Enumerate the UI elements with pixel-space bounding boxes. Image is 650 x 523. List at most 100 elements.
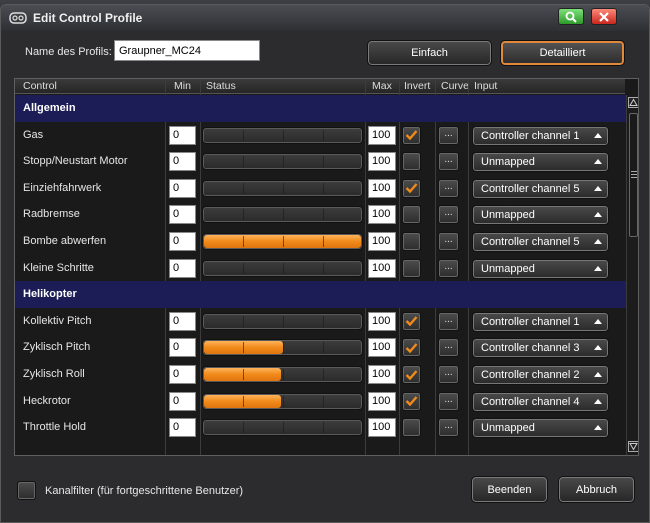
edit-control-profile-dialog: Edit Control Profile Name des Profils: E… [0, 4, 650, 523]
max-input[interactable]: 100 [368, 178, 396, 198]
input-select[interactable]: Controller channel 5 [472, 178, 609, 199]
input-select[interactable]: Controller channel 4 [472, 391, 609, 412]
min-input[interactable]: 0 [169, 178, 196, 198]
curve-button[interactable]: ... [438, 125, 459, 145]
input-select[interactable]: Unmapped [472, 205, 609, 226]
invert-checkbox[interactable] [402, 232, 421, 251]
dropdown-arrow-icon [594, 212, 602, 218]
min-input[interactable]: 0 [169, 311, 196, 331]
max-input[interactable]: 100 [368, 232, 396, 251]
input-select[interactable]: Unmapped [472, 418, 609, 439]
invert-checkbox[interactable] [402, 125, 421, 145]
control-name: Zyklisch Roll [23, 368, 85, 380]
vertical-scrollbar[interactable] [626, 95, 638, 455]
title-bar[interactable]: Edit Control Profile [1, 5, 649, 31]
checkmark-icon [405, 369, 418, 380]
max-input[interactable]: 100 [368, 365, 396, 384]
detailed-mode-button[interactable]: Detailliert [500, 40, 625, 66]
min-input[interactable]: 0 [169, 232, 196, 251]
invert-checkbox[interactable] [402, 391, 421, 411]
control-name: Kollektiv Pitch [23, 314, 92, 327]
min-input[interactable]: 0 [169, 418, 196, 438]
input-select-value: Unmapped [481, 209, 535, 222]
simple-mode-button[interactable]: Einfach [367, 40, 492, 66]
table-row: Heckrotor 0 100... Controller channel 4 [15, 388, 627, 415]
status-tick [283, 369, 284, 380]
min-input[interactable]: 0 [169, 391, 196, 411]
status-tick [323, 315, 324, 327]
invert-checkbox[interactable] [402, 205, 421, 225]
scroll-thumb[interactable] [629, 113, 638, 237]
status-tick [283, 342, 284, 354]
max-input[interactable]: 100 [368, 338, 396, 358]
curve-button[interactable]: ... [438, 338, 459, 358]
max-input[interactable]: 100 [368, 258, 396, 278]
min-input[interactable]: 0 [169, 258, 196, 278]
max-input[interactable]: 100 [368, 311, 396, 331]
finish-button[interactable]: Beenden [471, 476, 548, 503]
curve-button[interactable]: ... [438, 232, 459, 251]
checkmark-icon [405, 183, 418, 194]
profile-name-input[interactable] [114, 40, 260, 61]
header-control: Control [23, 80, 57, 92]
gamepad-icon [9, 12, 27, 24]
curve-button[interactable]: ... [438, 418, 459, 438]
invert-checkbox[interactable] [402, 311, 421, 331]
input-select[interactable]: Controller channel 1 [472, 125, 609, 146]
input-select[interactable]: Controller channel 3 [472, 338, 609, 359]
input-select-value: Unmapped [481, 262, 535, 275]
curve-button[interactable]: ... [438, 205, 459, 225]
max-input[interactable]: 100 [368, 418, 396, 438]
curve-button[interactable]: ... [438, 178, 459, 198]
input-select-value: Controller channel 2 [481, 369, 580, 381]
invert-checkbox[interactable] [402, 152, 421, 172]
input-select[interactable]: Unmapped [472, 152, 609, 173]
status-tick [243, 315, 244, 327]
input-select[interactable]: Controller channel 5 [472, 232, 609, 252]
input-select[interactable]: Controller channel 2 [472, 365, 609, 385]
max-input[interactable]: 100 [368, 152, 396, 172]
dropdown-arrow-icon [594, 425, 602, 431]
status-tick [243, 156, 244, 168]
invert-checkbox[interactable] [402, 178, 421, 198]
cancel-button[interactable]: Abbruch [558, 476, 635, 503]
dropdown-arrow-icon [594, 132, 602, 138]
section-header: Allgemein [15, 95, 627, 122]
min-input[interactable]: 0 [169, 125, 196, 145]
header-max: Max [372, 80, 392, 92]
section-label: Allgemein [23, 102, 76, 114]
status-tick [243, 395, 244, 407]
input-select-value: Controller channel 1 [481, 129, 580, 142]
curve-button[interactable]: ... [438, 258, 459, 278]
invert-checkbox[interactable] [402, 365, 421, 384]
max-input[interactable]: 100 [368, 205, 396, 225]
invert-checkbox[interactable] [402, 338, 421, 358]
curve-button[interactable]: ... [438, 365, 459, 384]
status-bar [202, 206, 363, 224]
dropdown-arrow-icon [594, 398, 602, 404]
invert-checkbox[interactable] [402, 258, 421, 278]
min-input[interactable]: 0 [169, 365, 196, 384]
max-input[interactable]: 100 [368, 125, 396, 145]
input-select[interactable]: Controller channel 1 [472, 311, 609, 332]
channel-filter-checkbox[interactable] [17, 481, 36, 500]
min-input[interactable]: 0 [169, 338, 196, 358]
search-button[interactable] [558, 8, 584, 25]
grip-line [631, 171, 637, 172]
curve-button[interactable]: ... [438, 391, 459, 411]
input-select[interactable]: Unmapped [472, 258, 609, 279]
scroll-up-button[interactable] [628, 97, 638, 108]
scroll-down-button[interactable] [628, 441, 638, 452]
curve-button[interactable]: ... [438, 152, 459, 172]
curve-button[interactable]: ... [438, 311, 459, 331]
input-select-value: Controller channel 1 [481, 315, 580, 328]
status-bar [202, 233, 363, 250]
invert-checkbox[interactable] [402, 418, 421, 438]
max-input[interactable]: 100 [368, 391, 396, 411]
status-tick [283, 422, 284, 434]
close-button[interactable] [591, 8, 617, 25]
min-input[interactable]: 0 [169, 205, 196, 225]
status-tick [323, 262, 324, 274]
control-name: Bombe abwerfen [23, 235, 107, 247]
min-input[interactable]: 0 [169, 152, 196, 172]
